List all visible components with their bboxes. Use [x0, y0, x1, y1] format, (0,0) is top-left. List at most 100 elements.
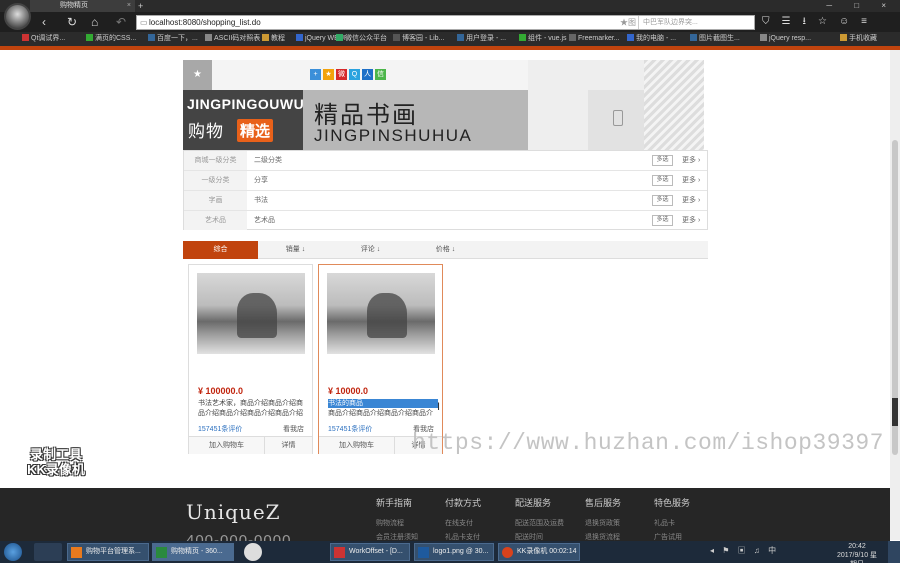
url-text[interactable]: localhost:8080/shopping_list.do — [149, 18, 261, 27]
shield-icon[interactable]: ⛉ — [762, 16, 770, 27]
sort-tab-sales[interactable]: 销量 ↓ — [258, 241, 333, 259]
bookmark-favicon-icon — [205, 34, 212, 41]
app-icon[interactable] — [244, 543, 262, 561]
multi-select-button[interactable]: 多选 — [652, 175, 673, 186]
search-input[interactable]: 中巴军队边界突... — [638, 16, 750, 29]
browser-360-icon — [156, 547, 167, 558]
taskbar-item[interactable]: 购物平台管理系... — [67, 543, 149, 561]
bookmark-label: 用户登录 - ... — [466, 35, 507, 42]
bookmark-item[interactable]: 图片截图生... — [690, 32, 740, 46]
product-image[interactable] — [197, 273, 305, 354]
multi-select-button[interactable]: 多选 — [652, 195, 673, 206]
bookmark-item[interactable]: Qt调试界... — [22, 32, 65, 46]
add-to-cart-button[interactable]: 加入购物车 — [189, 437, 265, 454]
product-reviews[interactable]: 157451条评价 — [198, 424, 242, 434]
bookmark-favicon-icon — [262, 34, 269, 41]
footer-link[interactable]: 配送范围及运费 — [515, 518, 564, 528]
bookmark-item[interactable]: 我的电脑 - ... — [627, 32, 676, 46]
footer-link[interactable]: 礼品卡 — [654, 518, 690, 528]
share-weibo-icon[interactable]: 微 — [336, 69, 347, 80]
filter-row: 一级分类 分享 多选 更多 › — [184, 171, 707, 191]
start-button[interactable] — [4, 543, 22, 561]
bookmark-item[interactable]: 手机收藏 — [840, 32, 877, 46]
bookmark-item[interactable]: 组件 - vue.js — [519, 32, 567, 46]
window-controls[interactable]: ─ □ × — [826, 0, 896, 12]
bookmark-item[interactable]: Freemarker... — [569, 32, 620, 46]
back-icon[interactable]: ‹ — [42, 12, 46, 32]
product-card[interactable]: ¥ 100000.0 书法艺术家，商品介绍商品介绍商品介绍商品介绍商品介绍商品介… — [188, 264, 313, 454]
product-price: ¥ 10000.0 — [328, 386, 369, 396]
footer-column: 付款方式 在线支付 礼品卡支付 — [445, 496, 481, 542]
product-image[interactable] — [327, 273, 435, 354]
sort-tab-default[interactable]: 综合 — [183, 241, 258, 259]
favorite-icon[interactable]: ★图 — [620, 16, 636, 29]
bookmark-item[interactable]: 满页的CSS... — [86, 32, 136, 46]
product-description[interactable]: 书法的商品商品介绍商品介绍商品介绍商品介绍商品介绍商品介 — [328, 399, 438, 419]
add-to-cart-button[interactable]: 加入购物车 — [319, 437, 395, 454]
filter-value[interactable]: 二级分类 — [254, 151, 282, 170]
multi-select-button[interactable]: 多选 — [652, 215, 673, 226]
category-title: 精品书画 — [314, 102, 418, 129]
product-card[interactable]: ¥ 10000.0 书法的商品商品介绍商品介绍商品介绍商品介绍商品介绍商品介 1… — [318, 264, 443, 454]
more-button[interactable]: 更多 › — [682, 151, 700, 170]
star-icon[interactable]: ☆ — [818, 16, 827, 27]
footer-column-title: 付款方式 — [445, 498, 482, 508]
bookmark-item[interactable]: 用户登录 - ... — [457, 32, 506, 46]
bookmark-item[interactable]: 博客园 - Lib... — [393, 32, 444, 46]
bookmark-item[interactable]: 微信公众平台 — [336, 32, 387, 46]
recorder-icon — [502, 547, 513, 558]
ie-icon[interactable] — [34, 543, 62, 561]
download-icon[interactable]: ⭳ — [802, 16, 806, 27]
painting-mountain — [237, 293, 277, 338]
undo-icon[interactable]: ↶ — [116, 12, 126, 32]
share-qzone-icon[interactable]: ★ — [323, 69, 334, 80]
filter-value[interactable]: 书法 — [254, 191, 268, 210]
taskbar-item[interactable]: KK录像机 00:02:14 — [498, 543, 580, 561]
share-renren-icon[interactable]: 人 — [362, 69, 373, 80]
product-shop-link[interactable]: 看我店 — [283, 424, 304, 434]
show-desktop-button[interactable] — [888, 541, 900, 563]
product-description[interactable]: 书法艺术家，商品介绍商品介绍商品介绍商品介绍商品介绍商品介绍商品介 — [198, 399, 308, 419]
page-scrollbar[interactable] — [890, 50, 900, 540]
share-qq-icon[interactable]: Q — [349, 69, 360, 80]
footer-link[interactable]: 购物流程 — [376, 518, 418, 528]
taskbar-item[interactable]: logo1.png @ 30... — [414, 543, 494, 561]
filter-value[interactable]: 艺术品 — [254, 211, 275, 230]
more-button[interactable]: 更多 › — [682, 211, 700, 230]
detail-button[interactable]: 详情 — [265, 437, 312, 454]
bookmark-item[interactable]: jQuery resp... — [760, 32, 811, 46]
bookmark-item[interactable]: 百度一下，... — [148, 32, 198, 46]
clock[interactable]: 20:42 2017/9/10 星期日 — [834, 542, 880, 563]
tab-close-icon[interactable]: × — [127, 0, 131, 12]
menu-icon[interactable]: ≡ — [861, 16, 867, 27]
footer-link[interactable]: 在线支付 — [445, 518, 481, 528]
reload-icon[interactable]: ↻ — [67, 12, 77, 32]
bookmark-label: 教程 — [271, 35, 285, 42]
taskbar-item[interactable]: WorkOffset - [D... — [330, 543, 410, 561]
system-tray[interactable]: ◂ ⚑ ▣ ♫ 中 — [710, 545, 779, 556]
share-plus-icon[interactable]: + — [310, 69, 321, 80]
more-button[interactable]: 更多 › — [682, 191, 700, 210]
more-button[interactable]: 更多 › — [682, 171, 700, 190]
sort-tab-price[interactable]: 价格 ↓ — [408, 241, 483, 259]
bookmark-favicon-icon — [86, 34, 93, 41]
reader-icon[interactable]: ☰ — [782, 16, 791, 27]
bookmark-item[interactable]: 教程 — [262, 32, 285, 46]
user-icon[interactable]: ☺ — [839, 16, 849, 27]
share-wechat-icon[interactable]: 信 — [375, 69, 386, 80]
taskbar-item[interactable]: 购物精页 - 360... — [152, 543, 234, 561]
multi-select-button[interactable]: 多选 — [652, 155, 673, 166]
bookmark-label: 微信公众平台 — [345, 35, 387, 42]
home-icon[interactable]: ⌂ — [91, 12, 98, 32]
new-tab-button[interactable]: + — [138, 0, 143, 12]
bookmark-item[interactable]: ASCII码对照表 — [205, 32, 260, 46]
user-avatar[interactable] — [4, 3, 31, 30]
footer-link[interactable]: 退换货政策 — [585, 518, 621, 528]
address-bar[interactable]: ▭ localhost:8080/shopping_list.do ★图 中巴军… — [136, 15, 755, 30]
product-reviews[interactable]: 157451条评价 — [328, 424, 372, 434]
bookmark-favicon-icon — [519, 34, 526, 41]
tab-shopping[interactable]: 购物精页 × — [30, 0, 135, 12]
sort-tab-reviews[interactable]: 评论 ↓ — [333, 241, 408, 259]
filter-value[interactable]: 分享 — [254, 171, 268, 190]
decor-stripes — [644, 60, 704, 150]
